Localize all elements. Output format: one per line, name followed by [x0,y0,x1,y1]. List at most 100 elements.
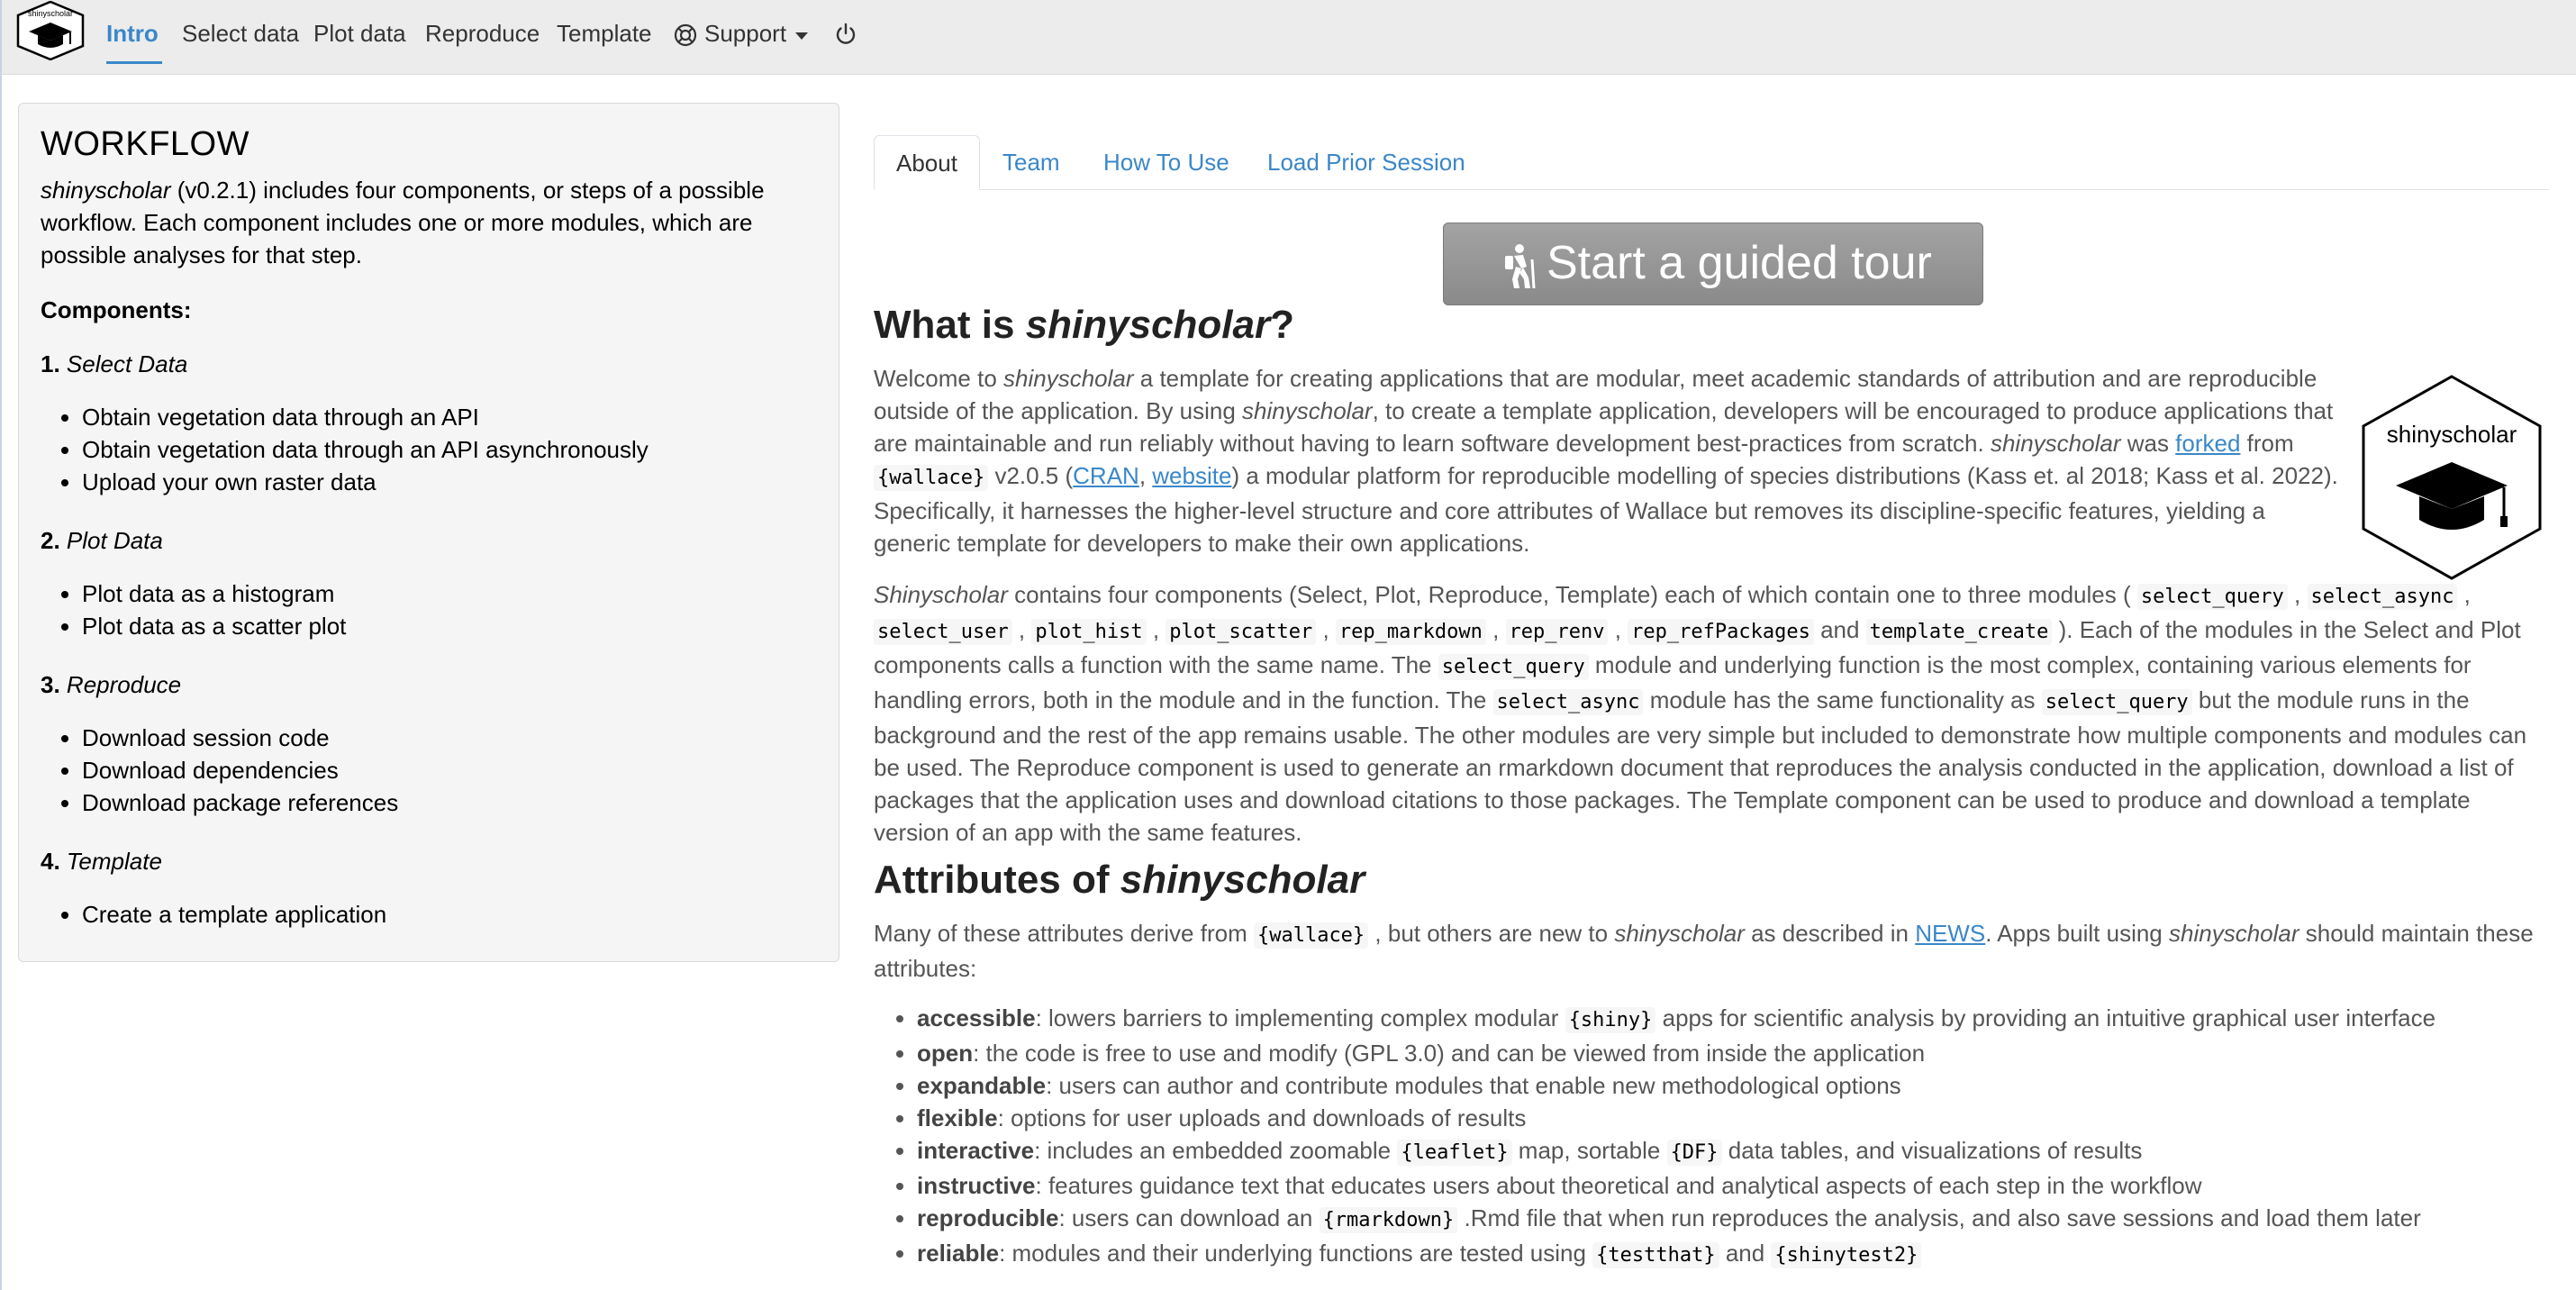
nav-template[interactable]: Template [557,20,652,48]
text: v2.0.5 ( [988,462,1074,489]
step-2-list: Plot data as a histogram Plot data as a … [41,577,346,642]
text: map, sortable [1511,1137,1667,1164]
svg-text:shinyscholar: shinyscholar [28,9,73,18]
text: : users can author and contribute module… [1046,1072,1901,1099]
text: and [1813,616,1866,643]
intro-app-name: shinyscholar [41,177,171,204]
text: , [1146,616,1166,643]
code-wallace: {wallace} [874,465,989,491]
step-number: 1. [41,350,60,377]
shinyscholar-hex-logo: shinyscholar [2360,374,2544,581]
list-item: reproducible: users can download an {rma… [917,1202,2538,1237]
text: : the code is free to use and modify (GP… [973,1040,1926,1067]
code-package: {testthat} [1592,1242,1719,1268]
text: , [1485,616,1506,643]
list-item: Plot data as a histogram [82,577,346,610]
forked-link[interactable]: forked [2175,430,2240,457]
workflow-title: WORKFLOW [41,125,249,163]
code-module: rep_renv [1505,619,1609,645]
code-module: select_query [1438,654,1589,680]
nav-plot-data[interactable]: Plot data [313,20,406,48]
app-name: shinyscholar [1003,365,1134,392]
heading-text: ? [1270,303,1295,347]
step-name: Select Data [66,350,188,377]
code-package: {rmarkdown} [1319,1207,1458,1233]
step-4-heading: 4. Template [41,848,162,876]
app-name: shinyscholar [1242,397,1373,424]
app-name: shinyscholar [2169,920,2299,947]
text: module has the same functionality as [1643,686,2042,713]
code-package: {leaflet} [1397,1140,1512,1166]
text: . Apps built using [1985,920,2169,947]
text: : features guidance text that educates u… [1035,1172,2202,1199]
text: contains four components (Select, Plot, … [1007,581,2137,608]
attribute-name: open [917,1040,974,1067]
text: Welcome to [874,365,1004,392]
app-name: shinyscholar [1990,430,2121,457]
chevron-down-icon [795,32,808,40]
nav-intro[interactable]: Intro [106,20,159,48]
tab-team[interactable]: Team [1002,135,1060,189]
step-1-list: Obtain vegetation data through an API Ob… [41,401,649,498]
heading-app-name: shinyscholar [1120,858,1365,902]
attribute-name: interactive [917,1137,1035,1164]
attributes-intro: Many of these attributes derive from {wa… [874,917,2549,985]
about-paragraph-1: Welcome to shinyscholar a template for c… [874,362,2342,559]
heading-text: Attributes of [874,858,1120,902]
workflow-panel: WORKFLOW shinyscholar (v0.2.1) includes … [18,103,839,962]
app-name: shinyscholar [1614,920,1745,947]
nav-support-dropdown[interactable]: Support [704,20,786,48]
life-ring-icon [674,23,697,47]
step-name: Reproduce [66,671,182,698]
code-module: template_create [1865,619,2053,645]
about-paragraph-2: Shinyscholar contains four components (S… [874,578,2549,849]
step-3-list: Download session code Download dependenc… [41,722,398,819]
tab-about[interactable]: About [874,135,980,190]
cran-link[interactable]: CRAN [1073,462,1139,489]
step-name: Template [66,848,162,875]
list-item: reliable: modules and their underlying f… [917,1237,2538,1272]
code-package: {shiny} [1565,1007,1656,1033]
step-2-heading: 2. Plot Data [41,527,163,555]
code-module: rep_markdown [1335,619,1486,645]
list-item: instructive: features guidance text that… [917,1169,2538,1202]
text: : includes an embedded zoomable [1034,1137,1398,1164]
code-module: select_user [874,619,1012,645]
step-number: 4. [41,848,60,875]
nav-select-data[interactable]: Select data [182,20,299,48]
heading-app-name: shinyscholar [1025,303,1271,347]
list-item: open: the code is free to use and modify… [917,1037,2538,1069]
attributes-list: accessible: lowers barriers to implement… [874,1002,2538,1272]
text: , but others are new to [1368,920,1615,947]
text: Many of these attributes derive from [874,920,1254,947]
step-number: 3. [41,671,60,698]
text: as described in [1744,920,1916,947]
news-link[interactable]: NEWS [1915,920,1985,947]
code-module: plot_hist [1031,619,1147,645]
list-item: interactive: includes an embedded zoomab… [917,1134,2538,1169]
website-link[interactable]: website [1152,462,1231,489]
attribute-name: reproducible [917,1204,1059,1231]
step-4-list: Create a template application [41,898,386,931]
code-module: select_query [2136,584,2288,610]
tabs-border [874,189,2549,190]
code-module: select_query [2041,689,2192,715]
app-logo[interactable]: shinyscholar [14,0,86,61]
code-package: {shinytest2} [1771,1242,1922,1268]
list-item: accessible: lowers barriers to implement… [917,1002,2538,1037]
workflow-intro: shinyscholar (v0.2.1) includes four comp… [41,174,815,271]
step-number: 2. [41,527,60,554]
code-module: plot_scatter [1166,619,1317,645]
hiking-icon [1500,243,1539,289]
text: , [2287,581,2301,608]
tab-how-to-use[interactable]: How To Use [1103,135,1229,189]
list-item: expandable: users can author and contrib… [917,1069,2538,1102]
start-guided-tour-button[interactable]: Start a guided tour [1443,223,1983,305]
nav-reproduce[interactable]: Reproduce [425,20,540,48]
tab-load-prior-session[interactable]: Load Prior Session [1267,135,1465,189]
what-is-heading: What is shinyscholar? [874,303,1294,348]
attribute-name: expandable [917,1072,1047,1099]
attributes-heading: Attributes of shinyscholar [874,858,1365,903]
power-icon[interactable] [834,23,857,46]
list-item: Plot data as a scatter plot [82,610,346,642]
